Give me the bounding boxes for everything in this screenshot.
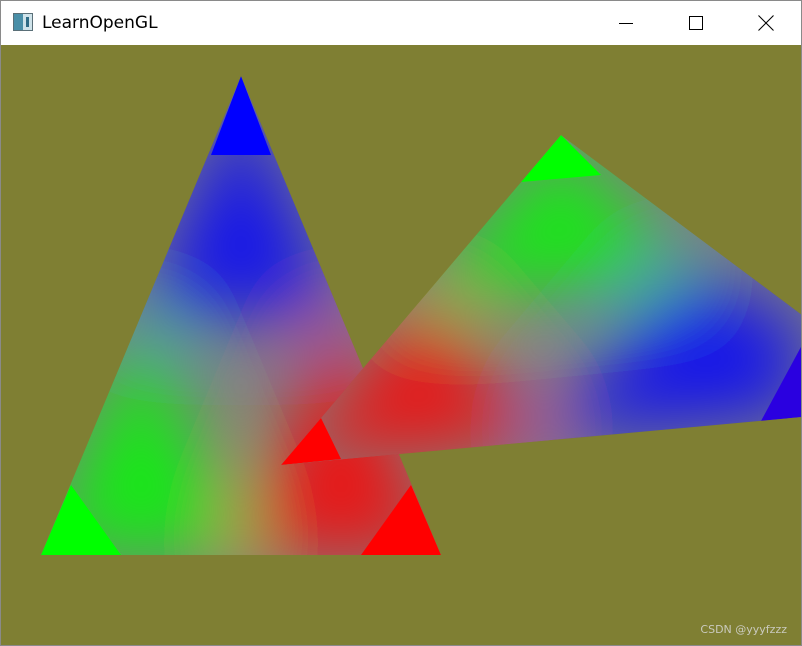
render-canvas — [1, 45, 801, 645]
minimize-icon — [619, 23, 633, 24]
close-icon — [758, 15, 774, 31]
close-button[interactable] — [731, 1, 801, 45]
maximize-icon — [689, 16, 703, 30]
opengl-viewport[interactable]: CSDN @yyyfzzz — [1, 45, 801, 645]
window-title: LearnOpenGL — [42, 13, 158, 33]
watermark-text: CSDN @yyyfzzz — [700, 623, 787, 636]
opengl-window-icon — [13, 13, 33, 31]
maximize-button[interactable] — [661, 1, 731, 45]
title-bar[interactable]: LearnOpenGL — [1, 1, 801, 45]
minimize-button[interactable] — [591, 1, 661, 45]
app-window: LearnOpenGL CSDN @yyyfzzz — [0, 0, 802, 646]
